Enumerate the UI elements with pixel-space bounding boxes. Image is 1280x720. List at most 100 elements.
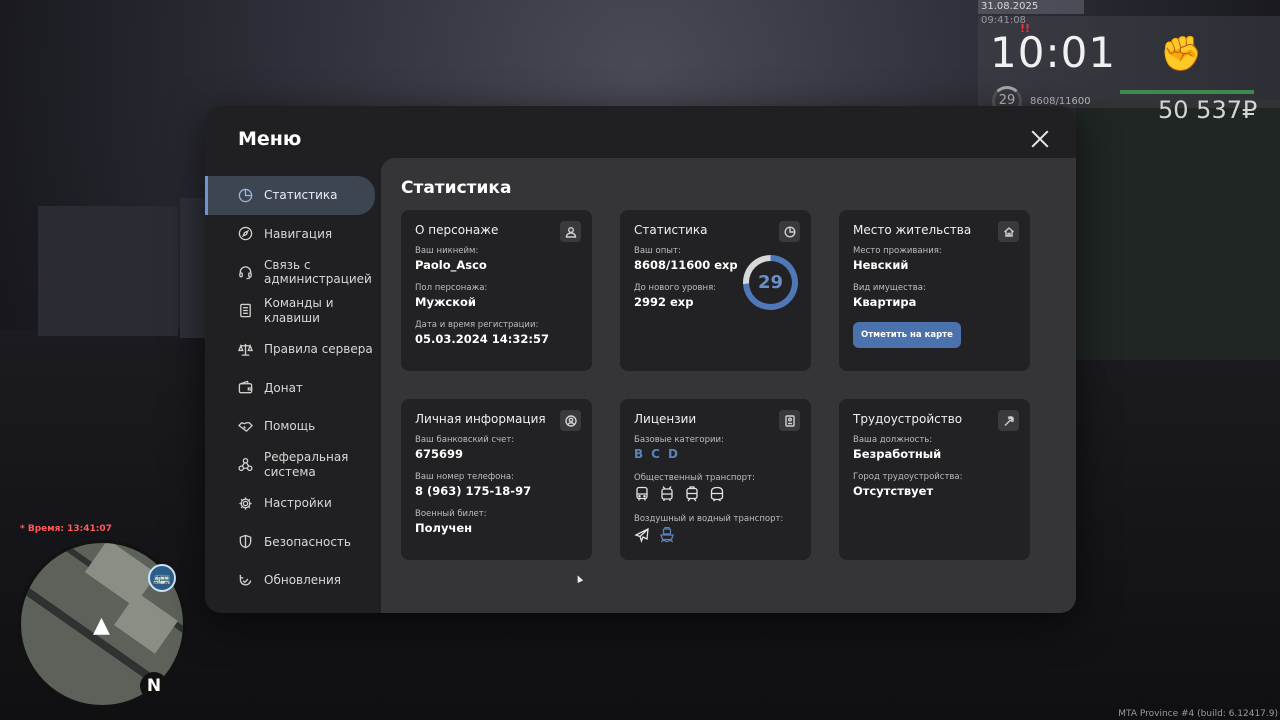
hud-money: 50 537₽ (1158, 96, 1258, 124)
sidebar-item-settings[interactable]: Настройки (205, 484, 375, 523)
hud-server-time: * Время: 13:41:07 (20, 524, 112, 534)
card-employment: Трудоустройство Ваша должность: Безработ… (839, 399, 1030, 560)
pie-chart-icon (237, 187, 253, 203)
sidebar-item-admin-contact[interactable]: Связь с администрацией (205, 253, 375, 292)
license-category: B (634, 447, 644, 461)
card-title: Лицензии (634, 412, 697, 426)
work-city-label: Город трудоустройства: (853, 472, 963, 482)
public-transport-label: Общественный транспорт: (634, 473, 755, 483)
mark-on-map-button[interactable]: Отметить на карте (853, 322, 961, 348)
trolleybus-icon (661, 486, 673, 501)
gender-value: Мужской (415, 295, 476, 309)
menu-window: Меню Статистика Навигация Связь с админи… (205, 106, 1076, 613)
sidebar-item-security[interactable]: Безопасность (205, 523, 375, 562)
close-icon[interactable] (1031, 130, 1049, 148)
sidebar-item-label: Реферальная система (264, 450, 349, 479)
content-panel: Статистика О персонаже Ваш никнейм: Paol… (381, 158, 1076, 613)
card-residence: Место жительства Место проживания: Невск… (839, 210, 1030, 371)
phone-value: 8 (963) 175-18-97 (415, 484, 532, 498)
sidebar-item-navigation[interactable]: Навигация (205, 215, 375, 254)
sidebar-item-label: Навигация (264, 226, 333, 241)
player-arrow-icon: ▲ (93, 613, 110, 638)
sidebar-item-help[interactable]: Помощь (205, 407, 375, 446)
sidebar-item-label: Помощь (264, 419, 316, 433)
bank-account-value: 675699 (415, 447, 464, 461)
bank-account-label: Ваш банковский счет: (415, 435, 515, 445)
user-icon (560, 221, 581, 242)
sidebar: Статистика Навигация Связь с администрац… (205, 176, 381, 600)
sidebar-item-label: Связь с администрацией (264, 257, 372, 287)
hud-health-bar (1120, 90, 1254, 94)
air-water-transport-label: Воздушный и водный транспорт: (634, 514, 784, 524)
registration-label: Дата и время регистрации: (415, 320, 539, 330)
position-label: Ваша должность: (853, 435, 933, 445)
north-indicator: N (140, 672, 168, 700)
pie-chart-icon (779, 221, 800, 242)
registration-value: 05.03.2024 14:32:57 (415, 332, 549, 346)
phone-label: Ваш номер телефона: (415, 472, 514, 482)
fist-icon: ✊ (1160, 34, 1203, 74)
compass-icon (237, 226, 253, 242)
gear-icon (237, 495, 253, 511)
property-type-value: Квартира (853, 295, 917, 309)
card-title: Статистика (634, 223, 708, 237)
tram-icon (686, 486, 698, 502)
residence-place-value: Невский (853, 258, 909, 272)
sidebar-item-statistics[interactable]: Статистика (205, 176, 375, 215)
property-type-label: Вид имущества: (853, 283, 926, 293)
hud-datetime: 31.08.2025 09:41:08 (978, 0, 1084, 26)
work-city-value: Отсутствует (853, 484, 934, 498)
sidebar-item-commands[interactable]: Команды и клавиши (205, 292, 375, 331)
hud-clock: 10:01 (990, 28, 1117, 77)
sidebar-item-donate[interactable]: Донат (205, 369, 375, 408)
license-category: C (651, 447, 660, 461)
sidebar-item-label: Правила сервера (264, 342, 373, 356)
sidebar-item-label: Команды и клавиши (264, 296, 334, 325)
nickname-value: Paolo_Asco (415, 258, 487, 272)
sidebar-item-updates[interactable]: Обновления (205, 561, 375, 600)
document-icon (237, 303, 253, 319)
sidebar-item-rules[interactable]: Правила сервера (205, 330, 375, 369)
military-id-value: Получен (415, 521, 473, 535)
id-card-icon (779, 410, 800, 431)
refresh-icon (237, 572, 253, 588)
license-category: D (667, 447, 678, 461)
bus-stop-icon: 🚌 (148, 564, 176, 592)
card-statistics: Статистика Ваш опыт: 8608/11600 exp До н… (620, 210, 811, 371)
nickname-label: Ваш никнейм: (415, 246, 479, 256)
scales-icon (237, 341, 253, 357)
card-title: Личная информация (415, 412, 546, 426)
sidebar-item-label: Безопасность (264, 534, 351, 549)
menu-title: Меню (238, 128, 302, 150)
gender-label: Пол персонажа: (415, 283, 488, 293)
base-categories: B C D (634, 447, 797, 461)
pickaxe-icon (998, 410, 1019, 431)
sidebar-item-label: Настройки (264, 496, 332, 510)
card-title: О персонаже (415, 223, 499, 237)
minimap-block (114, 592, 178, 654)
military-id-label: Военный билет: (415, 509, 487, 519)
residence-place-label: Место проживания: (853, 246, 942, 256)
card-character: О персонаже Ваш никнейм: Paolo_Asco Пол … (401, 210, 592, 371)
level-number: 29 (757, 272, 784, 293)
sidebar-item-label: Статистика (264, 188, 338, 202)
home-icon (998, 221, 1019, 242)
card-title: Место жительства (853, 223, 972, 237)
position-value: Безработный (853, 447, 942, 461)
air-water-transport-icons (634, 527, 797, 543)
handshake-icon (237, 418, 253, 434)
bus-icon (636, 486, 648, 501)
headset-icon (237, 264, 253, 280)
sidebar-item-label: Донат (264, 380, 303, 395)
card-licenses: Лицензии Базовые категории: B C D Общест… (620, 399, 811, 560)
sidebar-item-referral[interactable]: Реферальная система (205, 446, 375, 485)
airplane-icon (634, 527, 649, 543)
wallet-icon (237, 380, 253, 396)
base-categories-label: Базовые категории: (634, 435, 724, 445)
scene-building (1076, 100, 1280, 360)
metro-icon (710, 486, 724, 502)
sidebar-item-label: Обновления (264, 573, 342, 587)
network-icon (237, 457, 253, 473)
ship-icon (660, 527, 674, 543)
public-transport-icons (634, 486, 797, 502)
